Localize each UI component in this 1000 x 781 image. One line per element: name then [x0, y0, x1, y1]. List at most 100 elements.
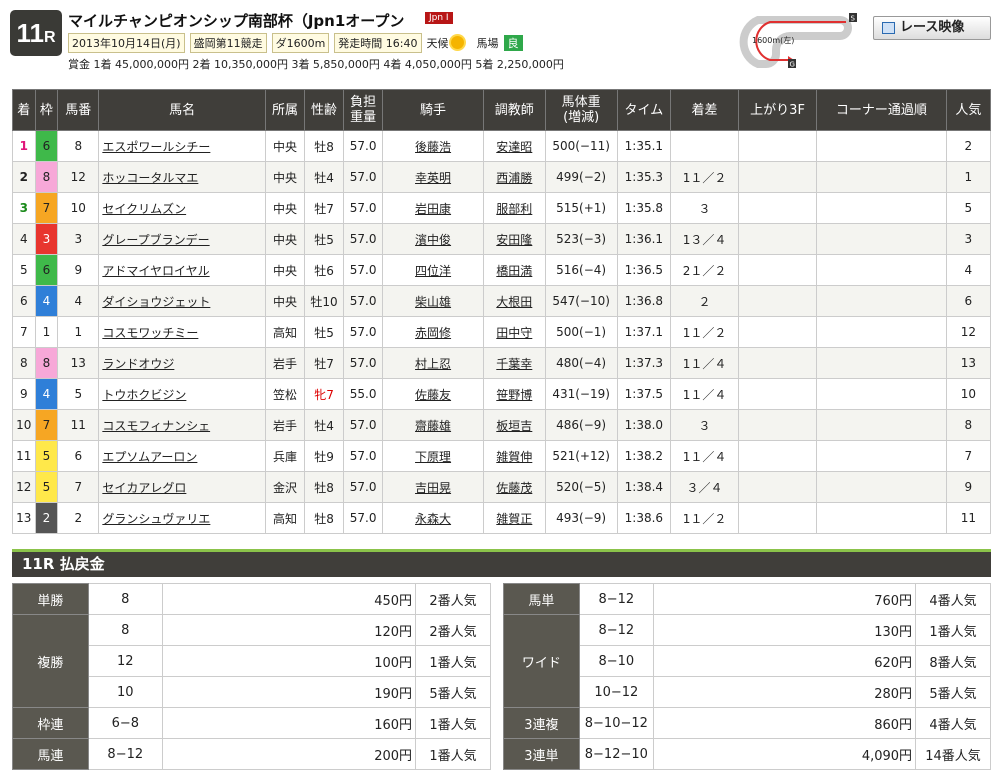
trainer-link[interactable]: 千葉幸 — [496, 357, 532, 371]
jockey-link[interactable]: 濱中俊 — [415, 233, 451, 247]
payout-popularity: 5番人気 — [915, 676, 991, 708]
finish-position: 7 — [12, 316, 36, 348]
weather-label: 天候 — [427, 35, 464, 51]
margin — [670, 130, 739, 162]
horse-name-link[interactable]: ダイショウジェット — [102, 295, 210, 309]
horse-name-link[interactable]: エスポワールシチー — [102, 140, 210, 154]
trainer-link[interactable]: 笹野博 — [496, 388, 532, 402]
trainer-link[interactable]: 雑賀伸 — [496, 450, 532, 464]
horse-number: 5 — [57, 378, 100, 410]
jockey-link[interactable]: 佐藤友 — [415, 388, 451, 402]
horse-name-link[interactable]: グランシュヴァリエ — [102, 512, 210, 526]
trainer-link-cell: 大根田 — [482, 285, 546, 317]
payout-amount: 100円 — [161, 645, 417, 677]
horse-name-link[interactable]: エプソムアーロン — [102, 450, 197, 464]
carried-weight: 57.0 — [343, 161, 384, 193]
jockey-link-cell: 村上忍 — [382, 347, 484, 379]
trainer-link[interactable]: 安田隆 — [496, 233, 532, 247]
table-row: 9 4 5 トウホクビジン 笠松 牝7 55.0 佐藤友 笹野博 431(−19) 1:37.5 1１… — [12, 378, 992, 410]
finish-position: 10 — [12, 409, 36, 441]
race-start-time: 発走時間 16:40 — [334, 33, 422, 53]
corner-order — [816, 471, 947, 503]
race-video-button[interactable]: レース映像 — [873, 16, 991, 40]
body-weight: 500(−1) — [544, 316, 618, 348]
race-time: 1:36.8 — [616, 285, 672, 317]
margin: 1１／４ — [670, 347, 739, 379]
horse-name-link[interactable]: コスモワッチミー — [102, 326, 198, 340]
waku-number: 6 — [34, 130, 59, 162]
jockey-link[interactable]: 岩田康 — [415, 202, 451, 216]
jockey-link[interactable]: 幸英明 — [415, 171, 451, 185]
trainer-link[interactable]: 服部利 — [496, 202, 532, 216]
trainer-link[interactable]: 安達昭 — [496, 140, 532, 154]
horse-number: 4 — [57, 285, 100, 317]
trainer-link[interactable]: 橋田満 — [496, 264, 532, 278]
trainer-link[interactable]: 大根田 — [496, 295, 532, 309]
horse-name-link[interactable]: トウホクビジン — [102, 388, 186, 402]
col-affiliation-header: 所属 — [264, 89, 306, 131]
payout-amount: 860円 — [652, 707, 917, 739]
jockey-link[interactable]: 柴山雄 — [415, 295, 451, 309]
agari-3f — [737, 316, 818, 348]
payout-amount: 450円 — [161, 583, 417, 615]
race-number-badge: 11R — [10, 10, 62, 56]
trainer-link[interactable]: 田中守 — [496, 326, 532, 340]
payout-combination: 8−10 — [578, 645, 654, 677]
margin: 1１／４ — [670, 440, 739, 472]
payout-table-right: 馬単 8−12 760円 4番人気 ワイド 8−12 130円 1番人気 8−10 620円 8番人… — [503, 583, 991, 770]
horse-name-link[interactable]: ランドオウジ — [102, 357, 174, 371]
prize-money: 賞金 1着 45,000,000円 2着 10,350,000円 3着 5,85… — [68, 58, 564, 71]
horse-name-link-cell: エプソムアーロン — [98, 440, 266, 472]
jockey-link[interactable]: 後藤浩 — [415, 140, 451, 154]
body-weight: 500(−11) — [544, 130, 618, 162]
horse-name-link[interactable]: セイクリムズン — [102, 202, 186, 216]
payout-popularity: 1番人気 — [415, 707, 491, 739]
jockey-link[interactable]: 永森大 — [415, 512, 451, 526]
horse-name-link[interactable]: グレープブランデー — [102, 233, 209, 247]
finish-position: 12 — [12, 471, 36, 503]
corner-order — [816, 223, 947, 255]
trainer-link[interactable]: 板垣吉 — [496, 419, 532, 433]
payout-popularity: 1番人気 — [415, 738, 491, 770]
trainer-link[interactable]: 佐藤茂 — [496, 481, 532, 495]
table-row: 13 2 2 グランシュヴァリエ 高知 牡8 57.0 永森大 雑賀正 493(−9) 1:38.6… — [12, 502, 992, 534]
table-row: 11 5 6 エプソムアーロン 兵庫 牡9 57.0 下原理 雑賀伸 521(+12) 1:38.2… — [12, 440, 992, 472]
waku-number: 4 — [34, 378, 59, 410]
waku-number: 5 — [34, 471, 59, 503]
jockey-link-cell: 岩田康 — [382, 192, 484, 224]
carried-weight: 57.0 — [343, 347, 384, 379]
trainer-link[interactable]: 雑賀正 — [496, 512, 532, 526]
horse-name-link[interactable]: コスモフィナンシェ — [102, 419, 210, 433]
waku-number: 7 — [34, 409, 59, 441]
payout-type: 馬連 — [12, 738, 89, 770]
finish-position: 4 — [12, 223, 36, 255]
popularity: 6 — [945, 285, 992, 317]
horse-name-link[interactable]: ホッコータルマエ — [102, 171, 198, 185]
body-weight: 515(+1) — [544, 192, 618, 224]
jockey-link[interactable]: 下原理 — [415, 450, 451, 464]
payout-type: 枠連 — [12, 707, 89, 739]
race-time: 1:37.1 — [616, 316, 672, 348]
horse-number: 8 — [57, 130, 100, 162]
jockey-link[interactable]: 齋藤雄 — [415, 419, 451, 433]
affiliation: 中央 — [264, 192, 306, 224]
col-umaban-header: 馬番 — [57, 89, 100, 131]
body-weight: 520(−5) — [544, 471, 618, 503]
horse-name-link[interactable]: アドマイヤロイヤル — [102, 264, 209, 278]
col-body-weight-header: 馬体重 (増減) — [544, 89, 618, 131]
horse-name-link-cell: ホッコータルマエ — [98, 161, 266, 193]
jockey-link[interactable]: 赤岡修 — [415, 326, 451, 340]
jockey-link[interactable]: 村上忍 — [415, 357, 451, 371]
agari-3f — [737, 502, 818, 534]
carried-weight: 57.0 — [343, 254, 384, 286]
jockey-link[interactable]: 四位洋 — [415, 264, 451, 278]
trainer-link-cell: 板垣吉 — [482, 409, 546, 441]
jockey-link[interactable]: 吉田晃 — [415, 481, 451, 495]
corner-order — [816, 316, 947, 348]
weather-text: 天候 — [426, 37, 449, 50]
horse-name-link-cell: エスポワールシチー — [98, 130, 266, 162]
payout-title: 11R 払戻金 — [12, 549, 991, 577]
trainer-link[interactable]: 西浦勝 — [496, 171, 532, 185]
horse-name-link[interactable]: セイカアレグロ — [102, 481, 186, 495]
margin: 1１／２ — [670, 502, 739, 534]
